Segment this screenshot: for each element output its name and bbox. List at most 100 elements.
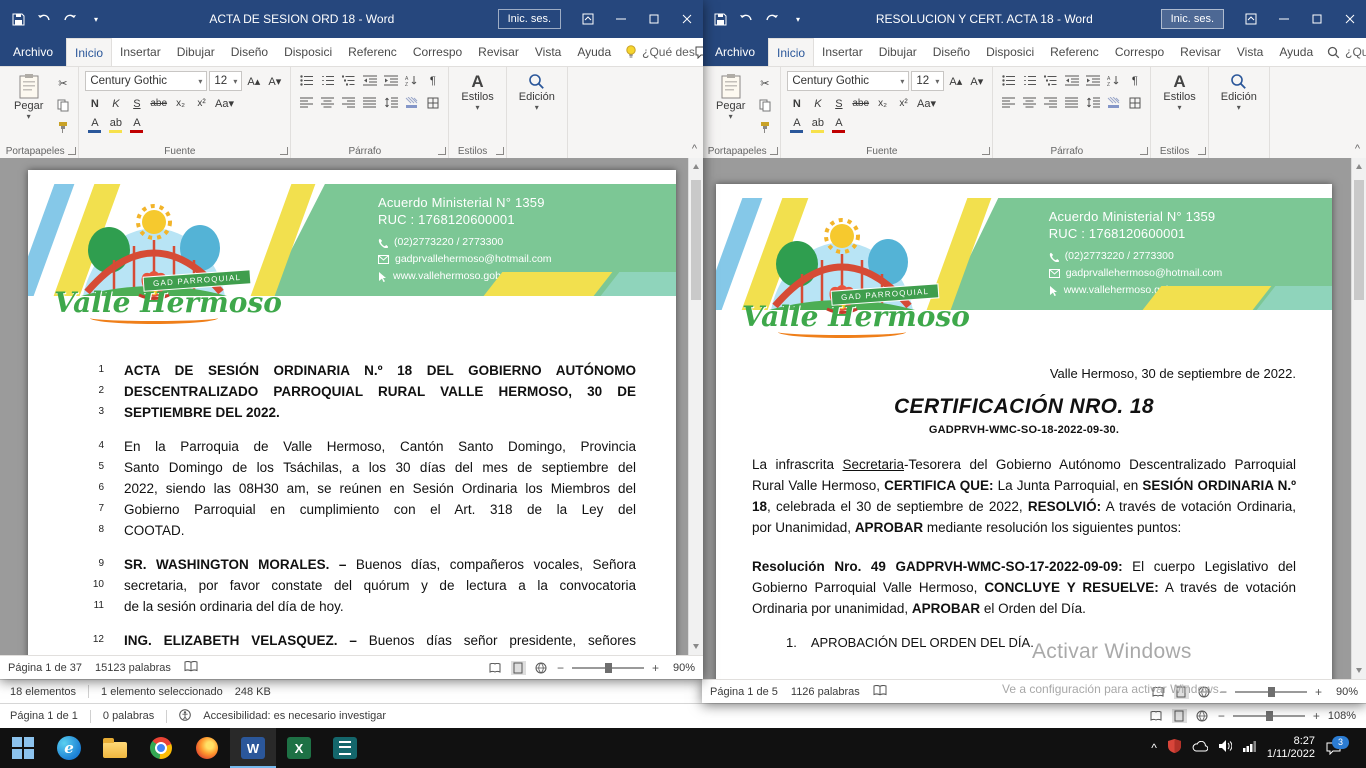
qat-customize-button[interactable]: ▾ <box>86 8 106 30</box>
bold-button[interactable]: N <box>787 94 806 113</box>
ribbon-display-options-button[interactable] <box>571 0 604 38</box>
grow-font-button[interactable]: A▴ <box>946 72 965 91</box>
ribbon-tab-revisar[interactable]: Revisar <box>470 38 527 66</box>
page-indicator[interactable]: Página 1 de 1 <box>10 710 78 722</box>
ribbon-tab-referenc[interactable]: Referenc <box>1042 38 1107 66</box>
print-layout-icon[interactable] <box>511 661 526 675</box>
subscript-button[interactable]: x₂ <box>171 94 190 113</box>
page-indicator[interactable]: Página 1 de 37 <box>8 662 82 674</box>
ribbon-tab-vista[interactable]: Vista <box>527 38 569 66</box>
font-dialog-launcher[interactable] <box>982 147 990 155</box>
ribbon-tab-dibujar[interactable]: Dibujar <box>871 38 925 66</box>
ribbon-tab-insertar[interactable]: Insertar <box>112 38 169 66</box>
zoom-slider-thumb[interactable] <box>1268 687 1275 697</box>
sort-button[interactable]: AZ <box>402 71 421 90</box>
decrease-indent-button[interactable] <box>1062 71 1081 90</box>
taskbar-explorer-icon[interactable] <box>92 728 138 768</box>
save-button[interactable] <box>710 8 730 30</box>
styles-dialog-launcher[interactable] <box>496 147 504 155</box>
scroll-up-icon[interactable] <box>1356 164 1362 169</box>
line-spacing-button[interactable] <box>381 93 400 112</box>
redo-button[interactable] <box>762 8 782 30</box>
ribbon-tab-revisar[interactable]: Revisar <box>1172 38 1229 66</box>
onedrive-cloud-icon[interactable] <box>1192 739 1208 757</box>
text-effects-button[interactable]: A <box>85 116 104 135</box>
ribbon-tab-referenc[interactable]: Referenc <box>340 38 405 66</box>
superscript-button[interactable]: x² <box>894 94 913 113</box>
ribbon-tab-ayuda[interactable]: Ayuda <box>1271 38 1321 66</box>
speaker-icon[interactable] <box>1219 739 1232 757</box>
align-right-button[interactable] <box>1041 93 1060 112</box>
zoom-slider-thumb[interactable] <box>605 663 612 673</box>
strikethrough-button[interactable]: abe <box>148 94 169 113</box>
ribbon-tab-correspo[interactable]: Correspo <box>405 38 470 66</box>
taskbar-start-icon[interactable] <box>0 728 46 768</box>
increase-indent-button[interactable] <box>1083 71 1102 90</box>
collapse-ribbon-button[interactable]: ^ <box>692 143 697 155</box>
change-case-button[interactable]: Aa▾ <box>915 94 938 113</box>
align-left-button[interactable] <box>999 93 1018 112</box>
security-shield-icon[interactable] <box>1168 739 1181 758</box>
tray-expand-icon[interactable]: ^ <box>1151 741 1157 755</box>
editing-button[interactable]: Edición ▾ <box>1215 71 1263 113</box>
bold-button[interactable]: N <box>85 94 104 113</box>
grow-font-button[interactable]: A▴ <box>244 72 263 91</box>
undo-button[interactable] <box>34 8 54 30</box>
taskbar-edge-icon[interactable]: e <box>46 728 92 768</box>
font-name-combobox[interactable]: Century Gothic▾ <box>787 71 909 91</box>
taskbar-clock[interactable]: 8:27 1/11/2022 <box>1267 735 1315 761</box>
taskbar-firefox-icon[interactable] <box>184 728 230 768</box>
word-count[interactable]: 1126 palabras <box>791 686 860 698</box>
paragraph-dialog-launcher[interactable] <box>438 147 446 155</box>
zoom-slider[interactable] <box>1235 691 1307 693</box>
page-indicator[interactable]: Página 1 de 5 <box>710 686 778 698</box>
ribbon-tab-inicio[interactable]: Inicio <box>66 38 112 66</box>
zoom-out-button[interactable]: − <box>1220 685 1227 699</box>
shading-button[interactable] <box>402 93 421 112</box>
styles-dialog-launcher[interactable] <box>1198 147 1206 155</box>
font-color-button[interactable]: A <box>829 116 848 135</box>
clipboard-dialog-launcher[interactable] <box>770 147 778 155</box>
copy-button[interactable] <box>53 96 72 115</box>
close-button[interactable] <box>1333 0 1366 38</box>
print-layout-icon[interactable] <box>1172 709 1187 723</box>
editing-button[interactable]: Edición ▾ <box>513 71 561 113</box>
accessibility-status[interactable]: Accesibilidad: es necesario investigar <box>203 710 386 722</box>
scroll-down-icon[interactable] <box>1356 668 1362 673</box>
bullets-button[interactable] <box>297 71 316 90</box>
title-bar[interactable]: ▾ ACTA DE SESION ORD 18 - Word Inic. ses… <box>0 0 703 38</box>
italic-button[interactable]: K <box>106 94 125 113</box>
web-layout-icon[interactable] <box>534 661 549 675</box>
ribbon-tab-disposici[interactable]: Disposici <box>276 38 340 66</box>
strikethrough-button[interactable]: abe <box>850 94 871 113</box>
zoom-in-button[interactable]: + <box>1315 685 1322 699</box>
redo-button[interactable] <box>60 8 80 30</box>
copy-button[interactable] <box>755 96 774 115</box>
zoom-out-button[interactable]: − <box>557 661 564 675</box>
ribbon-tab-correspo[interactable]: Correspo <box>1107 38 1172 66</box>
highlight-color-button[interactable]: ab <box>808 116 827 135</box>
ribbon-tab-dibujar[interactable]: Dibujar <box>169 38 223 66</box>
paste-button[interactable]: Pegar ▾ <box>8 71 49 137</box>
proofing-icon[interactable] <box>873 685 887 699</box>
zoom-slider-thumb[interactable] <box>1266 711 1273 721</box>
underline-button[interactable]: S <box>127 94 146 113</box>
word-count[interactable]: 0 palabras <box>103 710 154 722</box>
line-spacing-button[interactable] <box>1083 93 1102 112</box>
collapse-ribbon-button[interactable]: ^ <box>1355 143 1360 155</box>
taskbar-chrome-icon[interactable] <box>138 728 184 768</box>
proofing-icon[interactable] <box>184 661 198 675</box>
scroll-up-icon[interactable] <box>693 164 699 169</box>
qat-customize-button[interactable]: ▾ <box>788 8 808 30</box>
minimize-button[interactable] <box>1267 0 1300 38</box>
tell-me-search[interactable]: ¿Qué des <box>1327 38 1366 66</box>
shrink-font-button[interactable]: A▾ <box>265 72 284 91</box>
maximize-button[interactable] <box>1300 0 1333 38</box>
close-button[interactable] <box>670 0 703 38</box>
ribbon-tab-disposici[interactable]: Disposici <box>978 38 1042 66</box>
font-color-button[interactable]: A <box>127 116 146 135</box>
document-page[interactable]: Acuerdo Ministerial N° 1359 RUC : 176812… <box>28 170 676 655</box>
zoom-out-button[interactable]: − <box>1218 709 1225 723</box>
clipboard-dialog-launcher[interactable] <box>68 147 76 155</box>
zoom-percentage[interactable]: 90% <box>1330 686 1358 698</box>
